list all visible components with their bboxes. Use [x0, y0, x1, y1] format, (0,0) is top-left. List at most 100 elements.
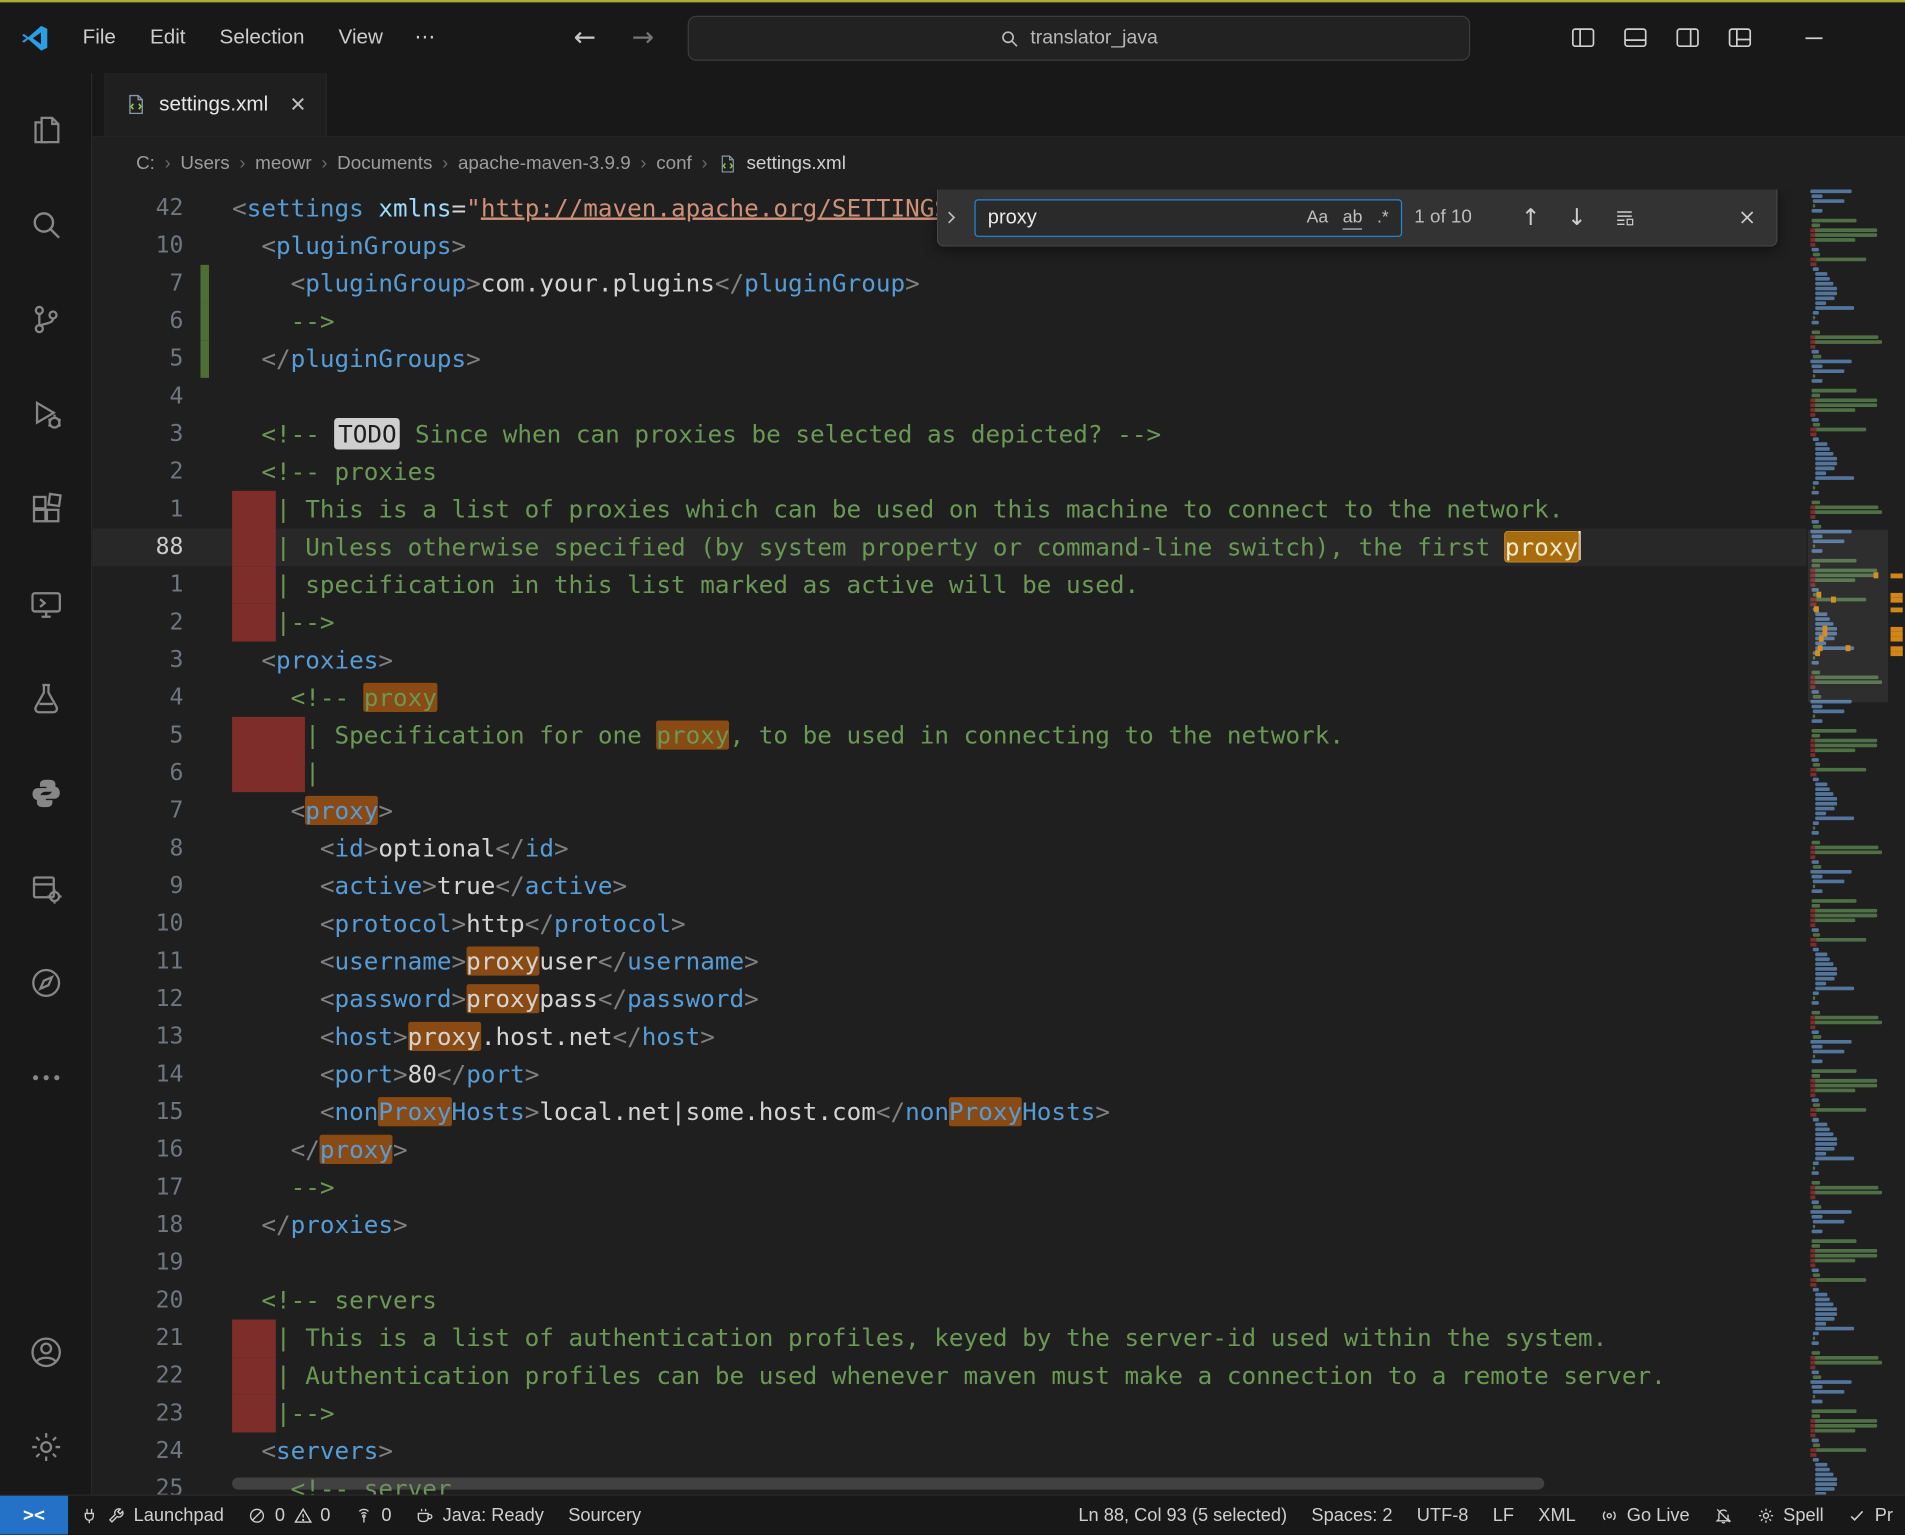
- python-icon[interactable]: [0, 746, 91, 841]
- status-do-not-disturb[interactable]: [1702, 1496, 1745, 1535]
- code-line[interactable]: 7 <proxy>: [92, 792, 1806, 830]
- breadcrumb-item[interactable]: conf: [653, 150, 696, 177]
- status-go-live[interactable]: Go Live: [1588, 1496, 1702, 1535]
- minimap-line: [1808, 1473, 1888, 1477]
- code-line[interactable]: 7 <pluginGroup>com.your.plugins</pluginG…: [92, 265, 1806, 303]
- code-line[interactable]: 13 <host>proxy.host.net</host>: [92, 1018, 1806, 1056]
- code-line[interactable]: 10 <protocol>http</protocol>: [92, 905, 1806, 943]
- toggle-replace-icon[interactable]: [943, 209, 962, 226]
- status-java-status[interactable]: Java: Ready: [404, 1496, 556, 1535]
- breadcrumb-item[interactable]: Documents: [334, 150, 437, 177]
- regex-toggle[interactable]: .*: [1372, 205, 1393, 229]
- remote-indicator[interactable]: ><: [0, 1496, 68, 1535]
- code-line[interactable]: 19: [92, 1244, 1806, 1282]
- status-language-mode[interactable]: XML: [1526, 1496, 1588, 1535]
- breadcrumb-file[interactable]: settings.xml: [714, 152, 846, 174]
- code-line[interactable]: 3 <proxies>: [92, 642, 1806, 680]
- code-line[interactable]: 2 <!-- proxies: [92, 453, 1806, 491]
- minimap-line: [1808, 909, 1888, 913]
- menu-selection[interactable]: Selection: [204, 19, 321, 55]
- nav-forward-icon[interactable]: →: [632, 2, 654, 72]
- breadcrumb-item[interactable]: apache-maven-3.9.9: [454, 150, 634, 177]
- run-debug-icon[interactable]: [0, 367, 91, 462]
- minimap-line: [1808, 763, 1888, 767]
- breadcrumb-item[interactable]: Users: [177, 150, 233, 177]
- whole-word-toggle[interactable]: ab: [1338, 205, 1367, 229]
- status-prettier[interactable]: Pr: [1836, 1496, 1905, 1535]
- find-input[interactable]: proxy Aa ab .*: [974, 199, 1402, 237]
- code-line[interactable]: 17 -->: [92, 1169, 1806, 1207]
- next-match-icon[interactable]: ↓: [1560, 203, 1594, 232]
- command-center-search[interactable]: translator_java: [688, 16, 1470, 61]
- status-problems[interactable]: 00: [236, 1496, 343, 1535]
- code-line[interactable]: 23 |-->: [92, 1395, 1806, 1433]
- code-line[interactable]: 9 <active>true</active>: [92, 868, 1806, 906]
- status-spell-checker[interactable]: Spell: [1744, 1496, 1836, 1535]
- explorer-icon[interactable]: [0, 83, 91, 178]
- extensions-icon[interactable]: [0, 462, 91, 557]
- code-line[interactable]: 14 <port>80</port>: [92, 1056, 1806, 1094]
- toggle-panel-icon[interactable]: [1617, 19, 1653, 55]
- code-line[interactable]: 6 -->: [92, 303, 1806, 341]
- code-line[interactable]: 18 </proxies>: [92, 1206, 1806, 1244]
- status-cursor-position[interactable]: Ln 88, Col 93 (5 selected): [1066, 1496, 1299, 1535]
- code-line[interactable]: 15 <nonProxyHosts>local.net|some.host.co…: [92, 1094, 1806, 1132]
- code-line[interactable]: 12 <password>proxypass</password>: [92, 981, 1806, 1019]
- code-line[interactable]: 2 |-->: [92, 604, 1806, 642]
- minimap-slider[interactable]: [1808, 530, 1888, 703]
- status-launchpad[interactable]: Launchpad: [68, 1496, 236, 1535]
- match-case-toggle[interactable]: Aa: [1302, 205, 1333, 229]
- status-ports[interactable]: 0: [343, 1496, 404, 1535]
- code-line[interactable]: 88 | Unless otherwise specified (by syst…: [92, 529, 1806, 567]
- code-line[interactable]: 21 | This is a list of authentication pr…: [92, 1319, 1806, 1357]
- menu-edit[interactable]: Edit: [134, 19, 201, 55]
- testing-icon[interactable]: [0, 651, 91, 746]
- previous-match-icon[interactable]: ↑: [1514, 203, 1548, 232]
- minimize-button[interactable]: [1796, 19, 1832, 55]
- code-line[interactable]: 3 <!-- TODO Since when can proxies be se…: [92, 416, 1806, 454]
- code-line[interactable]: 22 | Authentication profiles can be used…: [92, 1357, 1806, 1395]
- find-in-selection-icon[interactable]: [1606, 205, 1642, 229]
- menu-file[interactable]: File: [67, 19, 132, 55]
- customize-layout-icon[interactable]: [1722, 19, 1758, 55]
- remote-explorer-icon[interactable]: [0, 556, 91, 651]
- menu-view[interactable]: View: [323, 19, 399, 55]
- status-sourcery[interactable]: Sourcery: [556, 1496, 653, 1535]
- code-line[interactable]: 16 </proxy>: [92, 1131, 1806, 1169]
- code-line[interactable]: 6 |: [92, 755, 1806, 793]
- code-line[interactable]: 11 <username>proxyuser</username>: [92, 943, 1806, 981]
- breadcrumb-item[interactable]: C:: [132, 150, 158, 177]
- tab-settings-xml[interactable]: settings.xml ×: [104, 73, 326, 136]
- code-editor[interactable]: 42<settings xmlns="http://maven.apache.o…: [92, 190, 1905, 1495]
- code-line[interactable]: 1 | specification in this list marked as…: [92, 566, 1806, 604]
- toggle-sidebar-icon[interactable]: [1565, 19, 1601, 55]
- code-line[interactable]: 5 | Specification for one proxy, to be u…: [92, 717, 1806, 755]
- code-line[interactable]: 5 </pluginGroups>: [92, 340, 1806, 378]
- breadcrumb-item[interactable]: meowr: [251, 150, 315, 177]
- minimap[interactable]: [1808, 190, 1888, 1495]
- find-close-icon[interactable]: [1730, 207, 1764, 229]
- account-icon[interactable]: [0, 1305, 91, 1400]
- more-icon[interactable]: [0, 1030, 91, 1125]
- status-encoding[interactable]: UTF-8: [1405, 1496, 1481, 1535]
- compass-icon[interactable]: [0, 936, 91, 1031]
- code-line[interactable]: 1 | This is a list of proxies which can …: [92, 491, 1806, 529]
- tools-box-icon[interactable]: [0, 841, 91, 936]
- code-line[interactable]: 4 <!-- proxy: [92, 679, 1806, 717]
- status-indentation[interactable]: Spaces: 2: [1299, 1496, 1404, 1535]
- code-line[interactable]: 20 <!-- servers: [92, 1282, 1806, 1320]
- minimap-line: [1808, 1293, 1888, 1297]
- source-control-icon[interactable]: [0, 272, 91, 367]
- tab-close-icon[interactable]: ×: [285, 91, 310, 118]
- nav-back-icon[interactable]: ←: [573, 2, 595, 72]
- search-icon[interactable]: [0, 177, 91, 272]
- code-line[interactable]: 4: [92, 378, 1806, 416]
- settings-icon[interactable]: [0, 1400, 91, 1495]
- menubar-more[interactable]: ⋯: [399, 19, 451, 55]
- toggle-secondary-sidebar-icon[interactable]: [1669, 19, 1705, 55]
- minimap-line: [1808, 948, 1888, 952]
- code-line[interactable]: 8 <id>optional</id>: [92, 830, 1806, 868]
- horizontal-scrollbar[interactable]: [232, 1477, 1544, 1489]
- status-eol[interactable]: LF: [1481, 1496, 1527, 1535]
- code-line[interactable]: 24 <servers>: [92, 1432, 1806, 1470]
